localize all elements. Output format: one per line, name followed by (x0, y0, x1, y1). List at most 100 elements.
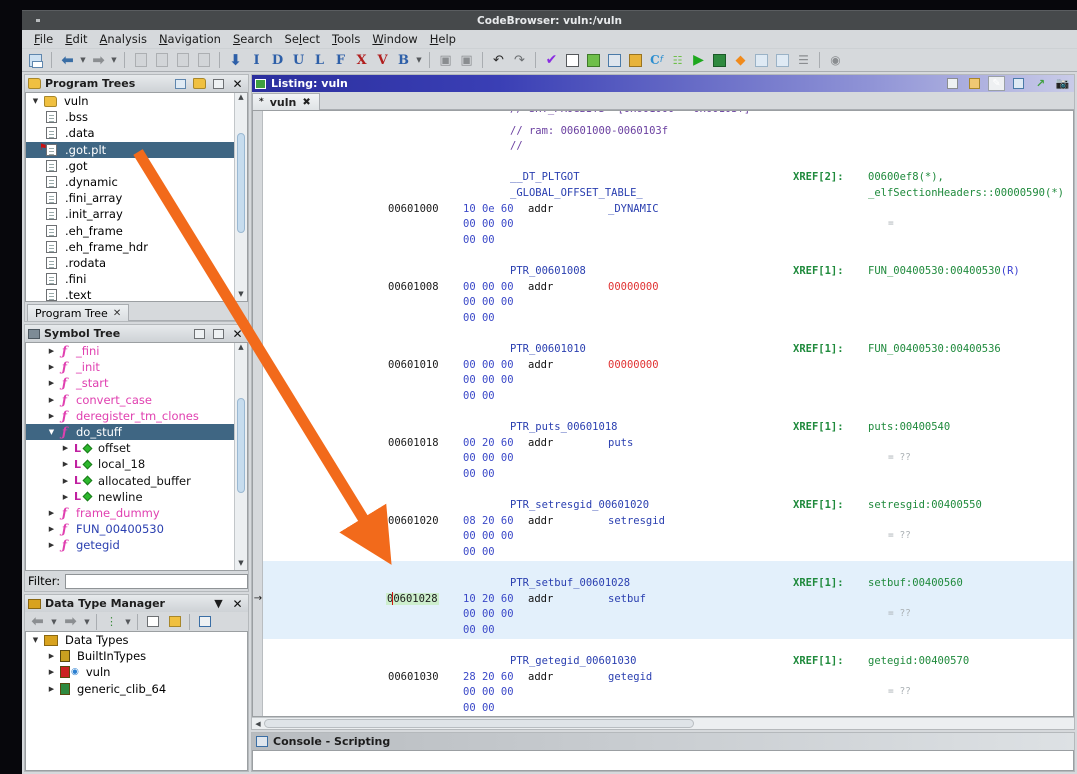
window-icon[interactable] (605, 51, 624, 70)
listing-xref-value[interactable]: FUN_00400530:00400530(R) (868, 265, 1020, 277)
listing-operand[interactable]: setresgid (608, 515, 665, 527)
listing-row[interactable]: 0060100800 00 00addr00000000 (263, 281, 1073, 297)
expand-toggle-icon[interactable]: ▶ (46, 509, 57, 517)
toolbar-letter-I[interactable]: I (247, 51, 266, 70)
listing-label[interactable]: PTR_setbuf_00601028 (510, 577, 630, 589)
doc-icon[interactable] (152, 51, 171, 70)
listing-row[interactable]: 00 00 00 (263, 452, 1073, 468)
listing-label[interactable]: _GLOBAL_OFFSET_TABLE_ (510, 187, 643, 199)
toolbar-letter-L[interactable]: L (310, 51, 329, 70)
scroll-down-icon[interactable]: ▼ (235, 290, 247, 301)
listing-row[interactable] (263, 483, 1073, 499)
back-history-caret[interactable]: ▼ (79, 56, 87, 64)
listing-address[interactable]: 00601030 (388, 671, 439, 683)
expand-toggle-icon[interactable]: ▶ (46, 652, 57, 660)
listing-row[interactable]: PTR_setbuf_00601028XREF[1]:setbuf:004005… (263, 577, 1073, 593)
listing-operand[interactable]: 00000000 (608, 281, 659, 293)
close-icon[interactable]: ✕ (113, 308, 121, 319)
listing-operand[interactable]: 00000000 (608, 359, 659, 371)
filter-input[interactable] (65, 574, 248, 589)
program-tree-item-bss[interactable]: .bss (26, 109, 247, 125)
expand-toggle-icon[interactable]: ▼ (46, 428, 57, 436)
listing-address[interactable]: 00601018 (388, 437, 439, 449)
snapshot-window-icon[interactable] (211, 77, 226, 91)
listing-row[interactable]: 00 00 (263, 702, 1073, 716)
listing-row[interactable]: 00 00 00 (263, 608, 1073, 624)
listing-label[interactable]: __DT_PLTGOT (510, 171, 580, 183)
listing-row[interactable]: 00 00 00 (263, 530, 1073, 546)
copy-icon[interactable] (944, 76, 961, 91)
program-tree-root[interactable]: ▼vuln (26, 93, 247, 109)
expand-toggle-icon[interactable]: ▶ (46, 412, 57, 420)
listing-xref-value[interactable]: _elfSectionHeaders::00000590(*) (868, 187, 1064, 199)
back-caret[interactable]: ▼ (50, 618, 58, 626)
chevron-down-icon[interactable]: ▼ (211, 597, 226, 611)
menu-window[interactable]: Window (366, 31, 423, 47)
listing-operand[interactable]: setbuf (608, 593, 646, 605)
doc-icon[interactable] (131, 51, 150, 70)
menu-help[interactable]: Help (424, 31, 462, 47)
menu-select[interactable]: Select (279, 31, 327, 47)
data-types-root[interactable]: ▼Data Types (26, 632, 247, 648)
table-add-icon[interactable] (773, 51, 792, 70)
toolbar-letter-B[interactable]: B (394, 51, 413, 70)
open-folder-icon[interactable] (192, 77, 207, 91)
program-tree-item-text[interactable]: .text (26, 287, 247, 302)
diff-view-icon[interactable] (1010, 76, 1027, 91)
symbol-tree-item-newline[interactable]: ▶Lnewline (26, 489, 247, 505)
listing-row[interactable]: 00 00 (263, 234, 1073, 250)
forward-arrow-icon[interactable]: ➡ (89, 51, 108, 70)
symbol-tree-item-do_stuff[interactable]: ▼ƒdo_stuff (26, 424, 247, 440)
listing-row[interactable]: PTR_puts_00601018XREF[1]:puts:00400540 (263, 421, 1073, 437)
new-tree-icon[interactable] (173, 77, 188, 91)
listing-address[interactable]: 00601008 (388, 281, 439, 293)
redo-icon[interactable]: ↷ (510, 51, 529, 70)
function-icon[interactable]: Cf (647, 51, 666, 70)
symbol-tree-item-_start[interactable]: ▶ƒ_start (26, 375, 247, 391)
listing-address[interactable]: 00601010 (388, 359, 439, 371)
expand-toggle-icon[interactable]: ▶ (46, 363, 57, 371)
listing-row[interactable]: 00 00 (263, 312, 1073, 328)
back-arrow-icon[interactable]: ⬅ (58, 51, 77, 70)
scroll-up-icon[interactable]: ▲ (235, 93, 247, 104)
run-icon[interactable]: ▶ (689, 51, 708, 70)
toolbar-letter-X[interactable]: X (352, 51, 371, 70)
listing-label[interactable]: PTR_setresgid_00601020 (510, 499, 649, 511)
program-tree-item-got[interactable]: .got (26, 158, 247, 174)
listing-row[interactable]: 00 00 (263, 624, 1073, 640)
doc-icon[interactable] (173, 51, 192, 70)
symbol-tree-item-offset[interactable]: ▶Loffset (26, 440, 247, 456)
data-type-item-BuiltInTypes[interactable]: ▶BuiltInTypes (26, 648, 247, 664)
program-tree-item-eh_frame[interactable]: .eh_frame (26, 223, 247, 239)
scroll-up-icon[interactable]: ▲ (235, 343, 247, 354)
listing-row[interactable]: PTR_00601010XREF[1]:FUN_00400530:0040053… (263, 343, 1073, 359)
toolbar-letter-F[interactable]: F (331, 51, 350, 70)
symbol-tree-item-frame_dummy[interactable]: ▶ƒframe_dummy (26, 505, 247, 521)
data-type-item-generic_clib_64[interactable]: ▶generic_clib_64 (26, 681, 247, 697)
close-icon[interactable]: ✕ (230, 77, 245, 91)
expand-toggle-icon[interactable]: ▶ (46, 396, 57, 404)
symbol-tree-item-convert_case[interactable]: ▶ƒconvert_case (26, 392, 247, 408)
expand-toggle-icon[interactable]: ▼ (30, 97, 41, 105)
expand-toggle-icon[interactable]: ▶ (60, 477, 71, 485)
edit-icon[interactable] (192, 327, 207, 341)
snapshot-window-icon[interactable] (211, 327, 226, 341)
listing-xref-value[interactable]: FUN_00400530:00400536 (868, 343, 1001, 355)
listing-row[interactable]: _GLOBAL_OFFSET_TABLE_ _elfSectionHeaders:… (263, 187, 1073, 203)
listing-address-cursor[interactable]: 00601028 (386, 593, 439, 605)
symbol-tree-item-_fini[interactable]: ▶ƒ_fini (26, 343, 247, 359)
expand-toggle-icon[interactable]: ▶ (46, 347, 57, 355)
diamond-icon[interactable]: ◆ (731, 51, 750, 70)
scroll-down-icon[interactable]: ▼ (235, 559, 247, 570)
listing-row[interactable]: 00 00 00 (263, 686, 1073, 702)
symbol-tree-item-deregister_tm_clones[interactable]: ▶ƒderegister_tm_clones (26, 408, 247, 424)
select-block-icon[interactable]: ▣ (436, 51, 455, 70)
search-bubble-icon[interactable]: ◉ (826, 51, 845, 70)
listing-row[interactable]: 0060101000 00 00addr00000000 (263, 359, 1073, 375)
forward-history-caret[interactable]: ▼ (110, 56, 118, 64)
listing-row[interactable]: 00 00 00 (263, 218, 1073, 234)
symbol-tree-item-local_18[interactable]: ▶Llocal_18 (26, 456, 247, 472)
paste-icon[interactable] (966, 76, 983, 91)
listing-label[interactable]: PTR_00601008 (510, 265, 586, 277)
listing-xref-value[interactable]: puts:00400540 (868, 421, 950, 433)
